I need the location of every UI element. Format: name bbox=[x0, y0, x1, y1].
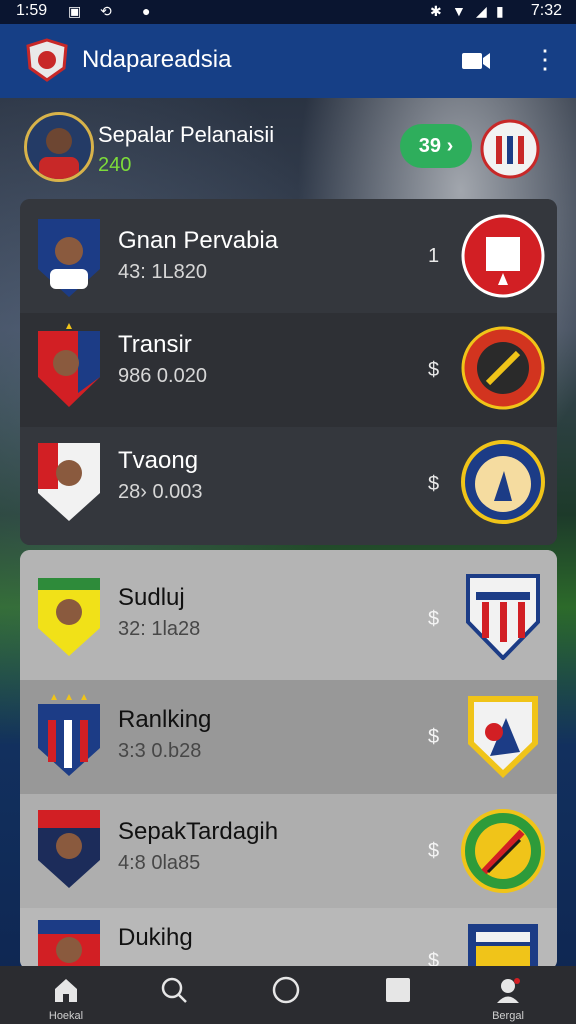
top-players-card: Gnan Pervabia 43: 1L820 1 Transir 986 0.… bbox=[20, 199, 557, 545]
battery-icon: ▮ bbox=[496, 3, 504, 19]
profile-header[interactable]: Sepalar Pelanaisii 240 39 › bbox=[24, 112, 560, 188]
profile-icon bbox=[497, 978, 520, 1003]
player-stat: 986 0.020 bbox=[118, 365, 207, 387]
app-bar: Ndapareadsia ⋮ bbox=[0, 24, 576, 98]
status-bar: 1:59 ▣ ⟲ ● ✱ ▼ ◢ ▮ 7:32 bbox=[0, 0, 576, 24]
player-row[interactable]: Tvaong 28› 0.003 $ bbox=[20, 427, 557, 545]
square-icon bbox=[386, 978, 410, 1002]
player-row[interactable]: Gnan Pervabia 43: 1L820 1 bbox=[20, 199, 557, 313]
points-value: 39 bbox=[418, 135, 441, 157]
player-crest-icon bbox=[38, 443, 100, 521]
search-icon bbox=[161, 977, 187, 1003]
team-badge-icon bbox=[461, 326, 545, 410]
player-crest-icon bbox=[38, 920, 100, 970]
player-value: $ bbox=[428, 726, 440, 748]
player-name: Ranlking bbox=[118, 706, 212, 733]
sync-icon: ⟲ bbox=[100, 3, 112, 19]
nav-home[interactable]: Hoekal bbox=[26, 966, 106, 1024]
bluetooth-icon: ✱ bbox=[430, 3, 442, 19]
player-stat: 28› 0.003 bbox=[118, 481, 203, 503]
player-name: Transir bbox=[118, 331, 192, 358]
nav-profile-label: Bergal bbox=[492, 1010, 524, 1022]
wifi-icon: ▼ bbox=[452, 3, 466, 19]
player-row[interactable]: Sudluj 32: 1la28 $ bbox=[20, 550, 557, 680]
nav-home-label: Hoekal bbox=[48, 1010, 84, 1022]
player-name: Tvaong bbox=[118, 447, 199, 474]
status-time-left: 1:59 bbox=[16, 2, 48, 19]
player-crest-icon bbox=[38, 810, 100, 888]
signal-icon: ◢ bbox=[476, 3, 487, 19]
team-badge-icon bbox=[461, 809, 545, 893]
app-title: Ndapareadsia bbox=[82, 46, 232, 73]
player-crest-icon bbox=[38, 578, 100, 656]
player-crest-icon bbox=[38, 219, 100, 297]
player-stat: 4:8 0la85 bbox=[118, 852, 201, 874]
profile-score: 240 bbox=[98, 154, 132, 176]
player-row[interactable]: Transir 986 0.020 $ bbox=[20, 313, 557, 427]
player-name: Dukihg bbox=[118, 924, 193, 951]
player-value: $ bbox=[428, 608, 440, 630]
player-value: $ bbox=[428, 359, 440, 381]
club-badge-icon[interactable] bbox=[480, 118, 540, 180]
points-pill-button[interactable]: 39 › bbox=[400, 124, 472, 168]
player-stat: 32: 1la28 bbox=[118, 618, 201, 640]
player-row[interactable]: Dukihg $ bbox=[20, 908, 557, 970]
team-badge-icon bbox=[466, 574, 540, 660]
player-value: $ bbox=[428, 840, 440, 862]
player-value: 1 bbox=[428, 245, 440, 267]
player-row[interactable]: Ranlking 3:3 0.b28 $ bbox=[20, 680, 557, 794]
more-menu-icon[interactable]: ⋮ bbox=[532, 44, 558, 78]
player-name: Sudluj bbox=[118, 584, 185, 611]
ranking-list-card: Sudluj 32: 1la28 $ Ranlking 3:3 0.b28 $ bbox=[20, 550, 557, 970]
player-name: SepakTardagih bbox=[118, 818, 279, 845]
player-crest-icon bbox=[38, 694, 100, 776]
profile-avatar[interactable] bbox=[24, 112, 94, 182]
team-badge-icon bbox=[468, 696, 538, 778]
message-icon: ● bbox=[142, 3, 151, 19]
player-crest-icon bbox=[38, 323, 100, 407]
chevron-right-icon: › bbox=[446, 135, 454, 157]
player-value: $ bbox=[428, 473, 440, 495]
team-badge-icon bbox=[461, 440, 545, 524]
nav-circle[interactable] bbox=[246, 966, 326, 1024]
player-name: Gnan Pervabia bbox=[118, 227, 279, 254]
team-badge-icon bbox=[468, 924, 538, 970]
nav-search[interactable] bbox=[134, 966, 214, 1024]
status-time-right: 7:32 bbox=[530, 2, 562, 19]
player-row[interactable]: SepakTardagih 4:8 0la85 $ bbox=[20, 794, 557, 908]
notification-icon: ▣ bbox=[68, 3, 82, 19]
player-stat: 43: 1L820 bbox=[118, 261, 207, 283]
bottom-navigation: Hoekal Bergal bbox=[0, 966, 576, 1024]
video-icon[interactable] bbox=[460, 48, 492, 74]
profile-name: Sepalar Pelanaisii bbox=[98, 122, 275, 147]
circle-icon bbox=[272, 976, 300, 1004]
nav-profile[interactable]: Bergal bbox=[468, 966, 548, 1024]
player-stat: 3:3 0.b28 bbox=[118, 740, 202, 762]
app-logo-icon[interactable] bbox=[26, 38, 68, 82]
nav-square[interactable] bbox=[358, 966, 438, 1024]
team-badge-icon bbox=[461, 214, 545, 298]
home-icon bbox=[55, 979, 77, 1002]
